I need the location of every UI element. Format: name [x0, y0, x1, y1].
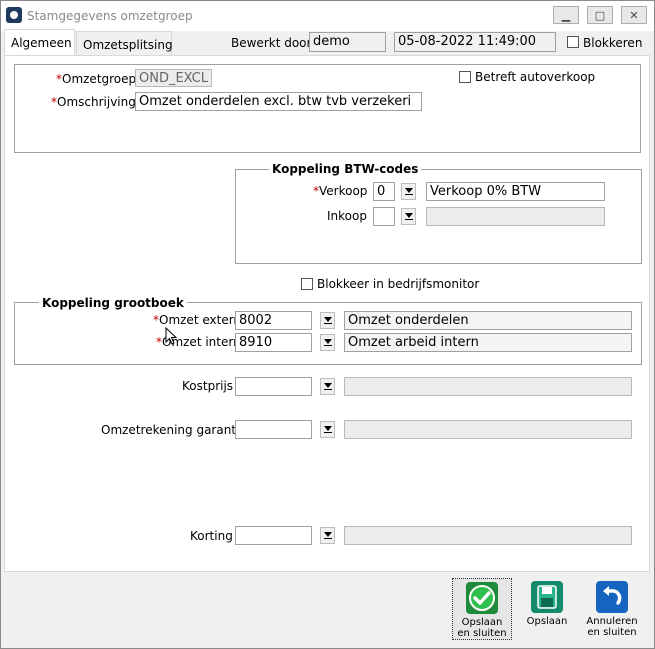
- ledger-internal-code-input[interactable]: 8910: [235, 333, 312, 352]
- cost-desc-field: [344, 377, 632, 396]
- edited-by-label: Bewerkt door: [231, 36, 312, 50]
- floppy-glyph: [537, 585, 557, 609]
- ledger-external-dropdown-button[interactable]: [320, 312, 335, 329]
- cost-code-input[interactable]: [235, 377, 312, 396]
- vat-sales-desc-field: Verkoop 0% BTW: [426, 182, 605, 201]
- timestamp-field: 05-08-2022 11:49:00: [394, 32, 556, 52]
- mouse-cursor-icon: [165, 327, 178, 345]
- ledger-external-label-text: Omzet extern: [159, 313, 242, 327]
- app-icon: [6, 7, 22, 23]
- chevron-down-icon: [323, 339, 332, 344]
- maximize-button[interactable]: □: [587, 6, 613, 24]
- vat-sales-code-input[interactable]: 0: [373, 182, 395, 201]
- group-label: *Omzetgroep: [56, 72, 136, 86]
- cost-label: Kostprijs: [182, 379, 234, 393]
- underline-bar: [404, 219, 413, 220]
- description-input[interactable]: Omzet onderdelen excl. btw tvb verzekeri: [135, 92, 422, 111]
- discount-label: Korting: [190, 529, 233, 543]
- vat-purchase-desc-field: [426, 207, 605, 226]
- maximize-icon: □: [594, 8, 606, 22]
- save-close-button[interactable]: Opslaan en sluiten: [452, 578, 512, 640]
- tab-omzetsplitsing[interactable]: Omzetsplitsing: [76, 31, 173, 55]
- block-label: Blokkeren: [583, 36, 643, 50]
- vat-group-title: Koppeling BTW-codes: [269, 162, 422, 176]
- vat-purchase-label: Inkoop: [327, 209, 367, 223]
- tab-label: Omzetsplitsing: [83, 38, 173, 52]
- monitor-block-label: Blokkeer in bedrijfsmonitor: [317, 277, 480, 291]
- cancel-close-label: Annuleren en sluiten: [586, 616, 638, 638]
- ledger-external-desc-field: Omzet onderdelen: [344, 311, 632, 330]
- monitor-block-checkbox[interactable]: [301, 278, 313, 290]
- minimize-button[interactable]: ▁: [553, 6, 579, 24]
- warranty-code-input[interactable]: [235, 420, 312, 439]
- cancel-close-button[interactable]: Annuleren en sluiten: [582, 578, 642, 640]
- underline-bar: [323, 538, 332, 539]
- underline-bar: [323, 345, 332, 346]
- ledger-external-code-input[interactable]: 8002: [235, 311, 312, 330]
- undo-arrow-icon: [596, 581, 628, 613]
- checkmark-glyph: [469, 585, 495, 611]
- description-label-text: Omschrijving: [57, 95, 136, 109]
- group-field: OND_EXCL: [135, 69, 212, 87]
- chevron-down-icon: [323, 383, 332, 388]
- auto-sale-checkbox[interactable]: [459, 71, 471, 83]
- window-title: Stamgegevens omzetgroep: [27, 9, 193, 23]
- vat-sales-dropdown-button[interactable]: [401, 183, 416, 200]
- vat-sales-label: *Verkoop: [313, 184, 367, 198]
- warranty-dropdown-button[interactable]: [320, 421, 335, 438]
- save-label: Opslaan: [526, 616, 568, 627]
- warranty-desc-field: [344, 420, 632, 439]
- chevron-down-icon: [323, 317, 332, 322]
- tab-algemeen[interactable]: Algemeen: [4, 29, 75, 56]
- save-button[interactable]: Opslaan: [517, 578, 577, 640]
- title-bar: Stamgegevens omzetgroep ▁ □ ✕: [1, 1, 654, 31]
- warranty-label: Omzetrekening garantie: [101, 423, 247, 437]
- discount-dropdown-button[interactable]: [320, 527, 335, 544]
- cost-dropdown-button[interactable]: [320, 378, 335, 395]
- underline-bar: [323, 432, 332, 433]
- ledger-internal-dropdown-button[interactable]: [320, 334, 335, 351]
- chevron-down-icon: [323, 426, 332, 431]
- group-label-text: Omzetgroep: [62, 72, 137, 86]
- underline-bar: [323, 323, 332, 324]
- chevron-down-icon: [323, 532, 332, 537]
- save-close-label: Opslaan en sluiten: [457, 617, 507, 639]
- tab-label: Algemeen: [11, 36, 72, 50]
- close-icon: ✕: [629, 8, 639, 22]
- underline-bar: [404, 194, 413, 195]
- footer-bar: Opslaan en sluiten Opslaan Annuleren en …: [1, 573, 654, 648]
- vat-purchase-dropdown-button[interactable]: [401, 208, 416, 225]
- discount-code-input[interactable]: [235, 526, 312, 545]
- vat-sales-label-text: Verkoop: [319, 184, 368, 198]
- minimize-icon: ▁: [561, 8, 571, 22]
- checkmark-icon: [466, 582, 498, 614]
- floppy-disk-icon: [531, 581, 563, 613]
- undo-glyph: [603, 586, 622, 605]
- ledger-internal-desc-field: Omzet arbeid intern: [344, 333, 632, 352]
- edited-by-field: demo: [309, 32, 386, 52]
- close-button[interactable]: ✕: [621, 6, 647, 24]
- vat-purchase-code-input[interactable]: [373, 207, 395, 226]
- underline-bar: [323, 389, 332, 390]
- ledger-external-label: *Omzet extern: [153, 313, 241, 327]
- block-checkbox[interactable]: [567, 36, 579, 48]
- auto-sale-label: Betreft autoverkoop: [475, 70, 596, 84]
- chevron-down-icon: [404, 213, 413, 218]
- description-label: *Omschrijving: [51, 95, 136, 109]
- ledger-group-title: Koppeling grootboek: [39, 296, 187, 310]
- discount-desc-field: [344, 526, 632, 545]
- window: Stamgegevens omzetgroep ▁ □ ✕ Algemeen O…: [0, 0, 655, 649]
- chevron-down-icon: [404, 188, 413, 193]
- tab-content-algemeen: *Omzetgroep OND_EXCL *Omschrijving Omzet…: [4, 55, 650, 572]
